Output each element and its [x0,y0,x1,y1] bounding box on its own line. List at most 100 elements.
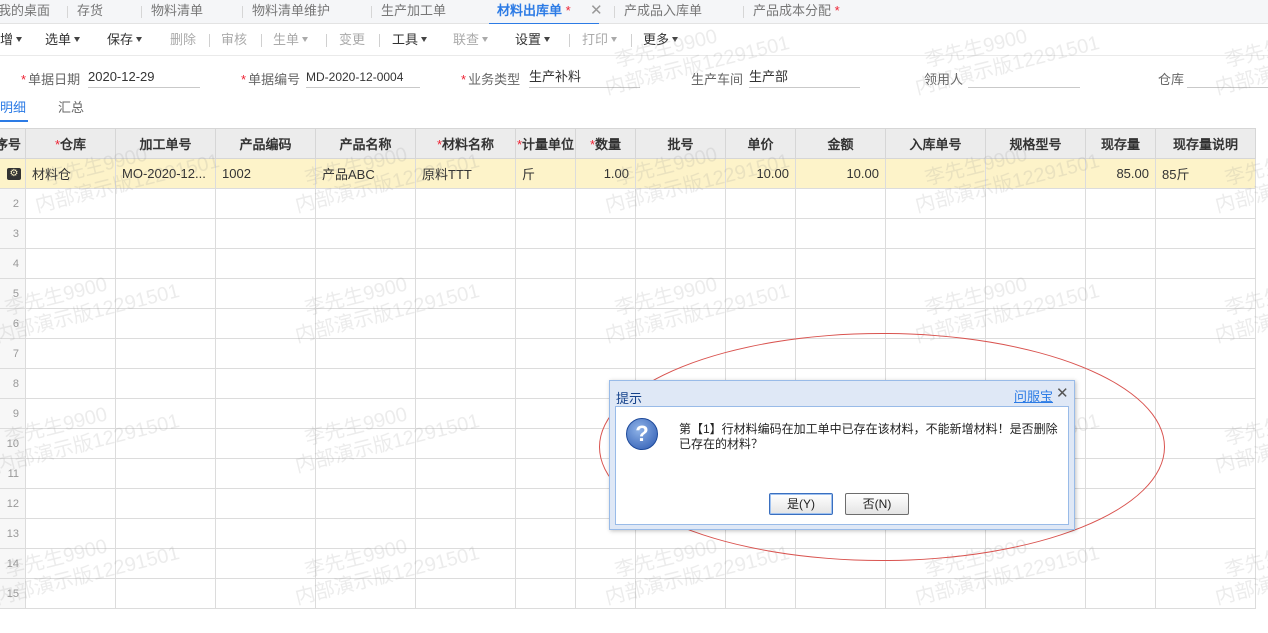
grid-cell[interactable] [515,428,576,459]
cell-unit[interactable]: 斤 [515,158,576,189]
grid-cell[interactable] [985,248,1086,279]
cell-warehouse[interactable]: 材料仓 [25,158,116,189]
biztype-field[interactable]: 生产补料 [529,66,640,88]
generate-doc-button[interactable]: 生单 [273,24,309,56]
grid-cell[interactable] [315,578,416,609]
grid-cell[interactable] [515,218,576,249]
tab-bom-maintenance[interactable]: 物料清单维护 [242,0,330,24]
col-header-qty[interactable]: *数量 [575,128,636,159]
grid-cell[interactable] [885,308,986,339]
tab-finished-goods-receipt[interactable]: 产成品入库单 [614,0,702,24]
grid-cell[interactable] [515,188,576,219]
grid-cell[interactable] [215,428,316,459]
yes-button[interactable]: 是(Y) [769,493,833,515]
grid-cell[interactable] [415,278,516,309]
grid-cell[interactable] [215,278,316,309]
col-header-in-no[interactable]: 入库单号 [885,128,986,159]
grid-cell[interactable] [635,248,726,279]
grid-cell[interactable] [1155,248,1256,279]
grid-cell[interactable] [415,428,516,459]
select-button[interactable]: 选单 [45,24,81,56]
dialog-help-link[interactable]: 问服宝 [1014,386,1053,405]
grid-cell[interactable] [1085,278,1156,309]
grid-cell[interactable] [215,368,316,399]
grid-cell[interactable] [315,458,416,489]
grid-cell[interactable] [215,458,316,489]
grid-cell[interactable] [1155,458,1256,489]
grid-cell[interactable] [25,518,116,549]
grid-cell[interactable] [515,518,576,549]
close-icon[interactable]: ✕ [1056,384,1069,402]
grid-cell[interactable] [725,248,796,279]
grid-cell[interactable] [515,398,576,429]
col-header-price[interactable]: 单价 [725,128,796,159]
more-button[interactable]: 更多 [643,24,679,56]
cell-in-no[interactable] [885,158,986,189]
grid-cell[interactable] [115,578,216,609]
grid-cell[interactable] [1085,578,1156,609]
table-row[interactable]: 5 [0,278,1256,309]
grid-cell[interactable] [115,188,216,219]
grid-cell[interactable] [1155,518,1256,549]
grid-cell[interactable] [215,248,316,279]
table-row[interactable]: 7 [0,338,1256,369]
grid-cell[interactable] [115,308,216,339]
grid-cell[interactable] [315,278,416,309]
grid-cell[interactable] [1085,518,1156,549]
grid-cell[interactable] [115,368,216,399]
grid-cell[interactable] [415,368,516,399]
grid-cell[interactable] [115,398,216,429]
add-button[interactable]: 新增 [0,24,23,56]
grid-cell[interactable] [885,218,986,249]
grid-cell[interactable] [885,548,986,579]
grid-cell[interactable] [795,338,886,369]
grid-cell[interactable] [25,188,116,219]
grid-cell[interactable] [515,248,576,279]
approve-button[interactable]: 审核 [221,24,247,56]
grid-cell[interactable] [215,308,316,339]
grid-cell[interactable] [25,488,116,519]
grid-cell[interactable] [795,218,886,249]
grid-cell[interactable] [885,248,986,279]
grid-cell[interactable] [415,548,516,579]
grid-cell[interactable] [415,488,516,519]
grid-cell[interactable] [1155,338,1256,369]
table-row[interactable]: 14 [0,548,1256,579]
grid-cell[interactable] [1085,188,1156,219]
grid-cell[interactable] [795,308,886,339]
grid-cell[interactable] [1155,218,1256,249]
grid-cell[interactable] [1085,218,1156,249]
no-button[interactable]: 否(N) [845,493,909,515]
gear-icon[interactable]: ⚙ [7,168,21,180]
grid-cell[interactable] [795,578,886,609]
grid-cell[interactable] [1155,368,1256,399]
col-header-stock[interactable]: 现存量 [1085,128,1156,159]
grid-cell[interactable] [415,188,516,219]
picker-field[interactable] [968,66,1080,88]
grid-cell[interactable] [1085,488,1156,519]
grid-cell[interactable] [725,188,796,219]
col-header-batch[interactable]: 批号 [635,128,726,159]
tab-close-icon[interactable]: ✕ [590,0,603,22]
grid-cell[interactable] [1155,548,1256,579]
cell-qty[interactable]: 1.00 [575,158,636,189]
grid-cell[interactable] [1085,338,1156,369]
grid-cell[interactable] [25,278,116,309]
grid-cell[interactable] [1085,398,1156,429]
col-header-order-no[interactable]: 加工单号 [115,128,216,159]
table-row[interactable]: 4 [0,248,1256,279]
grid-cell[interactable] [635,218,726,249]
grid-cell[interactable] [725,578,796,609]
cell-stock[interactable]: 85.00 [1085,158,1156,189]
grid-cell[interactable] [415,338,516,369]
grid-cell[interactable] [885,338,986,369]
tab-my-desktop[interactable]: 我的桌面 [0,0,50,24]
code-field[interactable]: MD-2020-12-0004 [306,66,420,88]
grid-cell[interactable] [215,578,316,609]
change-button[interactable]: 变更 [339,24,365,56]
grid-cell[interactable] [315,308,416,339]
grid-cell[interactable] [25,428,116,459]
grid-cell[interactable] [515,458,576,489]
table-row[interactable]: 2 [0,188,1256,219]
grid-cell[interactable] [415,218,516,249]
